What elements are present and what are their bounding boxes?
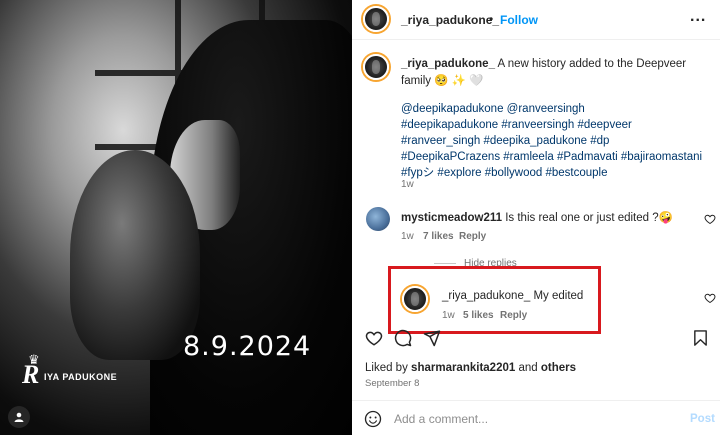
photo-date-overlay: 8.9.2024 <box>183 331 312 362</box>
caption-avatar[interactable] <box>363 54 389 80</box>
post-header: _riya_padukone_ • Follow ... <box>352 0 720 40</box>
save-bookmark-icon[interactable] <box>692 329 709 347</box>
reply-reply-button[interactable]: Reply <box>500 310 527 321</box>
post-details-panel: _riya_padukone_ • Follow ... _riya_paduk… <box>352 0 720 435</box>
caption-text: _riya_padukone_ A new history added to t… <box>401 56 706 90</box>
avatar[interactable] <box>363 6 389 32</box>
comment-like-icon[interactable] <box>704 213 716 225</box>
post-button[interactable]: Post <box>690 413 715 425</box>
baby-silhouette <box>70 150 200 360</box>
header-username[interactable]: _riya_padukone_ <box>401 13 499 27</box>
reply-avatar[interactable] <box>402 286 428 312</box>
hashtag-line[interactable]: #fypシ #explore #bollywood #bestcouple <box>401 165 706 181</box>
separator-dot: • <box>489 12 494 26</box>
more-options-icon[interactable]: ... <box>690 8 706 26</box>
likes-summary: Liked by sharmarankita2201 and others <box>365 362 577 374</box>
liked-by-others[interactable]: others <box>541 362 576 374</box>
reply-time: 1w <box>442 310 455 321</box>
reply-body: My edited <box>533 290 584 302</box>
caption-time: 1w <box>401 179 414 190</box>
comment-likes[interactable]: 7 likes <box>423 231 454 242</box>
reply-likes[interactable]: 5 likes <box>463 310 494 321</box>
caption-username[interactable]: _riya_padukone_ <box>401 58 495 70</box>
comment-time: 1w <box>401 231 414 242</box>
reply-like-icon[interactable] <box>704 292 716 304</box>
comment-body: Is this real one or just edited ?🤪 <box>505 212 673 224</box>
hashtag-line[interactable]: #deepikapadukone #ranveersingh #deepveer <box>401 117 706 133</box>
reply-username[interactable]: _riya_padukone_ <box>442 290 530 302</box>
emoji-icon[interactable] <box>364 410 382 428</box>
post-date: September 8 <box>365 378 420 389</box>
commenter-avatar[interactable] <box>366 207 390 231</box>
comment-input[interactable] <box>394 412 644 426</box>
comment-username[interactable]: mysticmeadow211 <box>401 212 502 224</box>
comment-icon[interactable] <box>394 329 412 347</box>
share-icon[interactable] <box>423 329 441 347</box>
comment-reply-button[interactable]: Reply <box>459 231 486 242</box>
like-icon[interactable] <box>365 329 383 347</box>
liked-by-user[interactable]: sharmarankita2201 <box>411 362 515 374</box>
hashtag-line[interactable]: @deepikapadukone @ranveersingh <box>401 101 706 117</box>
follow-button[interactable]: Follow <box>500 13 538 27</box>
hashtag-line[interactable]: #DeepikaPCrazens #ramleela #Padmavati #b… <box>401 149 706 165</box>
post-photo[interactable]: 8.9.2024 ♛ R IYA PADUKONE <box>0 0 352 435</box>
user-tag-icon[interactable] <box>8 406 30 428</box>
reply-text: _riya_padukone_ My edited <box>442 290 583 302</box>
hashtag-line[interactable]: #ranveer_singh #deepika_padukone #dp <box>401 133 706 149</box>
comment-text: mysticmeadow211 Is this real one or just… <box>401 210 673 224</box>
watermark-logo: ♛ R IYA PADUKONE <box>22 352 118 389</box>
comment-bar: Post <box>352 400 720 435</box>
caption-hashtags: @deepikapadukone @ranveersingh #deepikap… <box>401 101 706 181</box>
